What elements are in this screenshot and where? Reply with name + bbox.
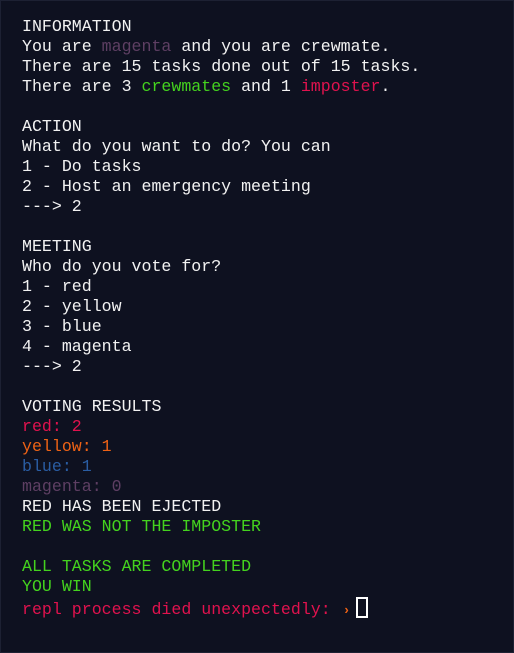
players-text-end: . bbox=[380, 77, 391, 96]
repl-error-line: repl process died unexpectedly: › bbox=[22, 597, 420, 619]
ejected-message: RED HAS BEEN EJECTED bbox=[22, 497, 222, 516]
terminal-output: INFORMATION You are magenta and you are … bbox=[22, 17, 421, 619]
vote-option: 4 - magenta bbox=[22, 337, 132, 356]
action-answer: ---> 2 bbox=[22, 197, 82, 216]
voting-results-heading: VOTING RESULTS bbox=[22, 397, 162, 416]
not-imposter-message: RED WAS NOT THE IMPOSTER bbox=[22, 517, 261, 536]
vote-result-blue: blue: 1 bbox=[22, 457, 92, 476]
prompt-chevron-icon: › bbox=[342, 603, 351, 618]
meeting-prompt: Who do you vote for? bbox=[22, 257, 222, 276]
players-line: There are 3 crewmates and 1 imposter. bbox=[22, 77, 420, 97]
terminal-window[interactable]: INFORMATION You are magenta and you are … bbox=[0, 0, 514, 653]
tasks-completed-message: ALL TASKS ARE COMPLETED bbox=[22, 557, 252, 576]
meeting-answer: ---> 2 bbox=[22, 357, 82, 376]
repl-error-message: repl process died unexpectedly: bbox=[22, 600, 341, 619]
vote-result-yellow: yellow: 1 bbox=[22, 437, 112, 456]
role-line: You are magenta and you are crewmate. bbox=[22, 37, 420, 57]
action-option: 1 - Do tasks bbox=[22, 157, 142, 176]
players-text-mid: and 1 bbox=[231, 77, 301, 96]
vote-option: 1 - red bbox=[22, 277, 92, 296]
player-color: magenta bbox=[101, 37, 172, 56]
crewmates-label: crewmates bbox=[141, 77, 232, 96]
vote-result-red: red: 2 bbox=[22, 417, 82, 436]
role-text: You are bbox=[22, 37, 102, 56]
role-text-end: and you are crewmate. bbox=[171, 37, 391, 56]
players-text: There are 3 bbox=[22, 77, 142, 96]
meeting-heading: MEETING bbox=[22, 237, 92, 256]
action-option: 2 - Host an emergency meeting bbox=[22, 177, 311, 196]
action-prompt: What do you want to do? You can bbox=[22, 137, 331, 156]
win-message: YOU WIN bbox=[22, 577, 92, 596]
action-heading: ACTION bbox=[22, 117, 82, 136]
vote-result-magenta: magenta: 0 bbox=[22, 477, 122, 496]
information-heading: INFORMATION bbox=[22, 17, 132, 36]
input-cursor[interactable] bbox=[356, 597, 369, 618]
imposter-label: imposter bbox=[300, 77, 381, 96]
vote-option: 3 - blue bbox=[22, 317, 102, 336]
tasks-line: There are 15 tasks done out of 15 tasks. bbox=[22, 57, 421, 76]
vote-option: 2 - yellow bbox=[22, 297, 122, 316]
